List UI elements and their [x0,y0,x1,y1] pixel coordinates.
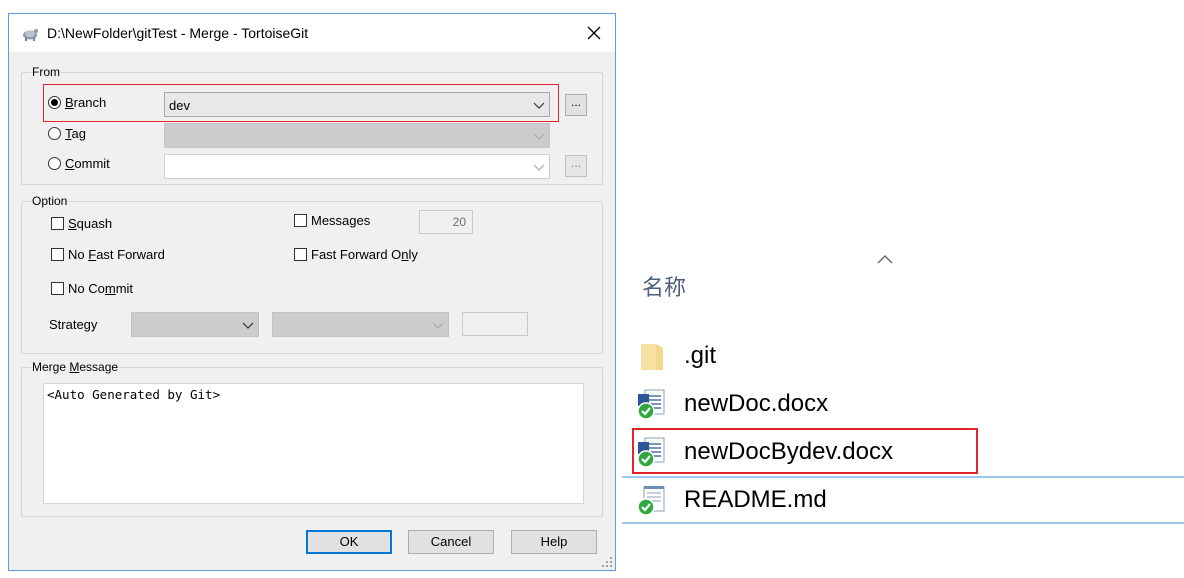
messages-label: Messages [311,213,371,228]
help-button[interactable]: Help [511,530,597,554]
fast-forward-only-checkbox[interactable] [294,248,307,261]
commit-browse-button[interactable]: ... [565,155,587,177]
branch-browse-button[interactable]: ... [565,94,587,116]
strategy-option-select[interactable] [272,312,449,337]
title-bar[interactable]: D:\NewFolder\gitTest - Merge - TortoiseG… [9,14,615,52]
merge-message-textarea[interactable]: <Auto Generated by Git> [43,383,584,504]
from-group-label: From [31,65,61,79]
file-row-newdocbydev[interactable]: newDocBydev.docx [636,432,966,472]
chevron-down-icon [533,164,545,171]
ok-button[interactable]: OK [306,530,392,554]
resize-grip-icon[interactable] [601,556,613,568]
commit-radio[interactable] [48,157,61,170]
file-name: newDocBydev.docx [684,438,893,465]
merge-dialog: D:\NewFolder\gitTest - Merge - TortoiseG… [8,13,616,571]
sort-ascending-icon[interactable] [876,254,894,264]
strategy-label: Strategy [49,317,98,332]
branch-radio[interactable] [48,96,61,109]
branch-select[interactable]: dev [164,92,550,117]
file-name: newDoc.docx [684,390,829,417]
strategy-select[interactable] [131,312,259,337]
no-commit-label: No Commit [68,281,134,296]
close-button[interactable] [581,20,607,46]
squash-checkbox[interactable] [51,217,64,230]
window-title: D:\NewFolder\gitTest - Merge - TortoiseG… [47,25,309,41]
close-icon [587,26,601,40]
selection-line-bottom [622,522,1184,524]
text-file-icon [637,486,665,516]
file-name: .git [684,342,717,369]
selection-line-top [622,476,1184,478]
chevron-down-icon [432,322,444,329]
tag-label: Tag [65,126,86,141]
fast-forward-only-label: Fast Forward Only [311,247,418,262]
messages-count-input[interactable]: 20 [419,210,473,234]
commit-select[interactable] [164,154,550,179]
name-column-header[interactable]: 名称 [642,270,686,302]
tag-radio[interactable] [48,127,61,140]
branch-label: Branch [65,95,107,110]
branch-select-value: dev [169,98,190,113]
chevron-down-icon [533,102,545,109]
no-fast-forward-checkbox[interactable] [51,248,64,261]
merge-message-text: <Auto Generated by Git> [47,387,221,402]
option-group-label: Option [31,194,69,208]
chevron-down-icon [533,133,545,140]
messages-checkbox[interactable] [294,214,307,227]
no-fast-forward-label: No Fast Forward [68,247,165,262]
file-row-readme[interactable]: README.md [636,480,876,520]
squash-label: Squash [68,216,113,231]
strategy-param-input[interactable] [462,312,528,336]
merge-message-group-label: Merge Message [31,360,120,374]
word-doc-icon [637,389,665,420]
cancel-button[interactable]: Cancel [408,530,494,554]
file-row-newdoc[interactable]: newDoc.docx [636,384,896,424]
tag-select[interactable] [164,123,550,148]
commit-label: Commit [65,156,110,171]
file-name: README.md [684,486,827,513]
folder-icon [641,344,663,370]
word-doc-icon [637,437,665,468]
tortoisegit-icon [23,29,38,41]
no-commit-checkbox[interactable] [51,282,64,295]
chevron-down-icon [242,322,254,329]
file-row-git-folder[interactable]: .git [636,336,836,376]
